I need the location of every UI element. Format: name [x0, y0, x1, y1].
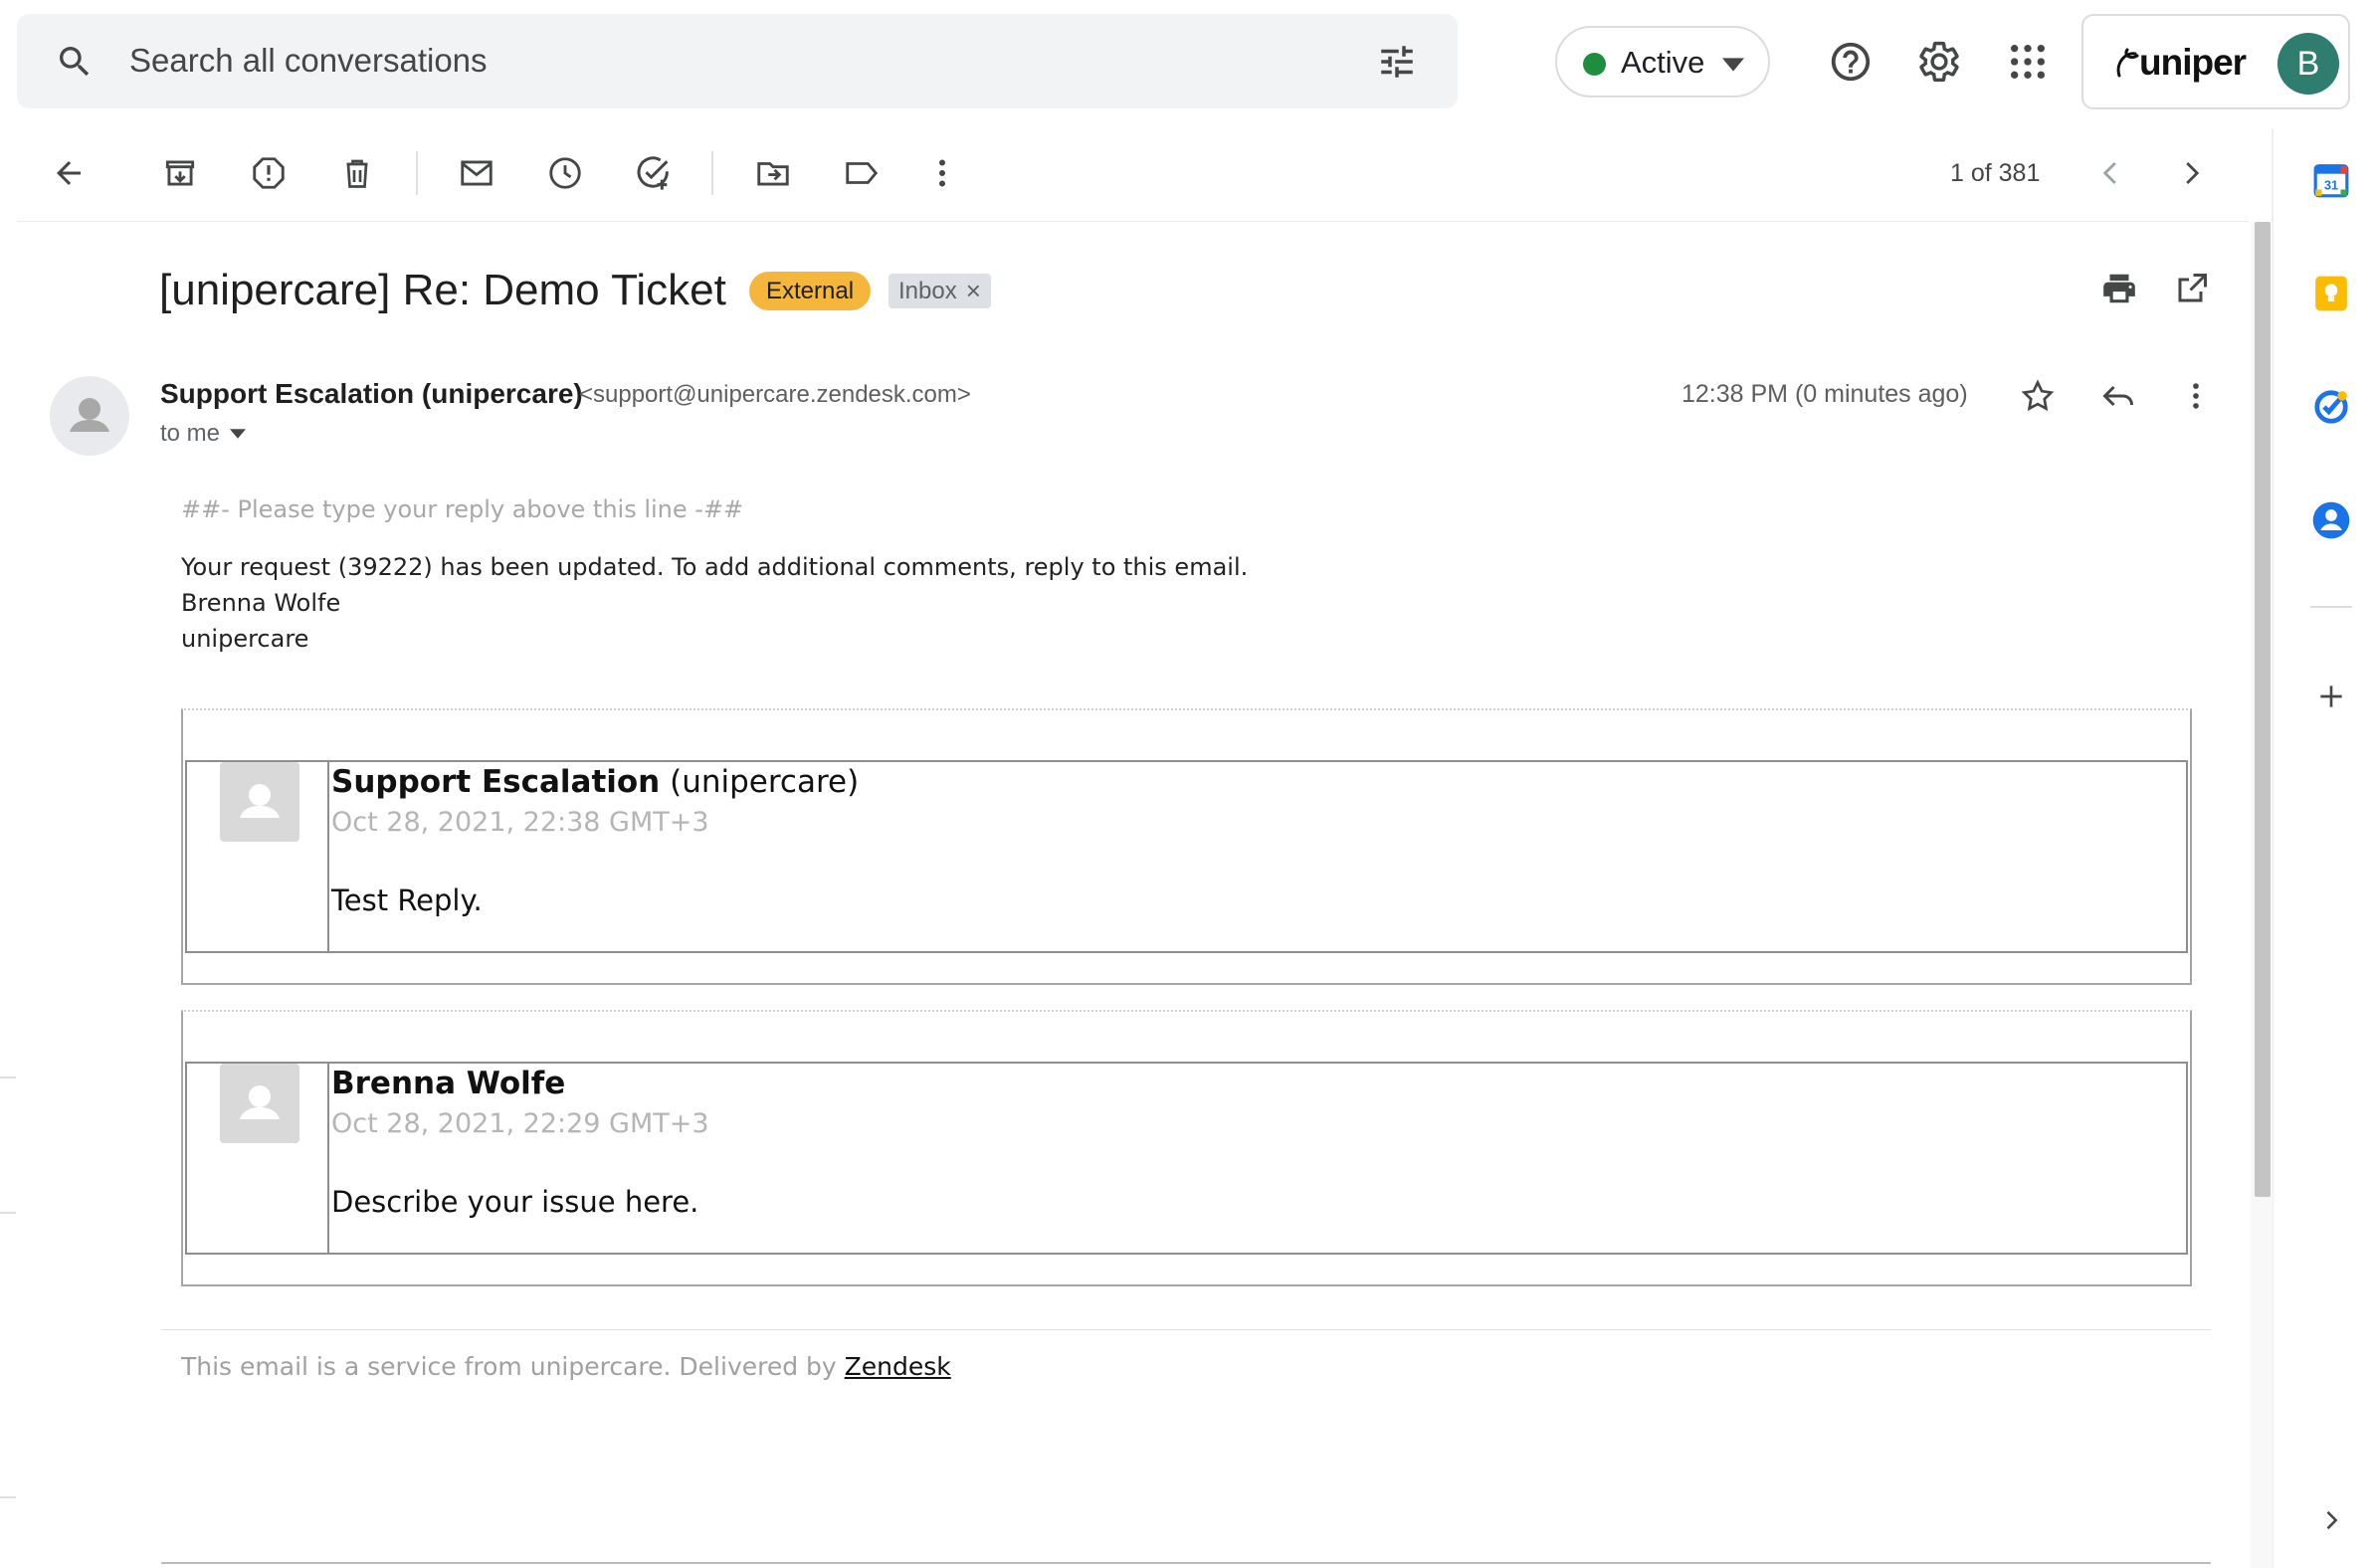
comment-divider: [327, 762, 329, 951]
left-edge-mark: [0, 1496, 16, 1498]
search-icon[interactable]: [55, 42, 95, 82]
comment-body: Support Escalation (unipercare) Oct 28, …: [185, 760, 2188, 953]
status-selector[interactable]: Active: [1555, 26, 1770, 98]
message-time: 12:38 PM (0 minutes ago): [1681, 380, 1968, 408]
comment-author-name: Brenna Wolfe: [331, 1066, 566, 1101]
remove-label-icon[interactable]: ×: [966, 274, 981, 308]
comment-date: Oct 28, 2021, 22:29 GMT+3: [331, 1108, 709, 1139]
comment-body: Brenna Wolfe Oct 28, 2021, 22:29 GMT+3 D…: [185, 1062, 2188, 1255]
add-addon-icon[interactable]: [2298, 664, 2364, 729]
report-spam-icon[interactable]: [237, 141, 300, 205]
contacts-icon[interactable]: [2298, 488, 2364, 553]
comment-author-org: (unipercare): [660, 764, 860, 800]
snooze-icon[interactable]: [533, 141, 597, 205]
account-switcher[interactable]: uniper B: [2081, 14, 2350, 109]
comment-author-name: Support Escalation: [331, 764, 661, 800]
apps-grid-icon[interactable]: [1996, 30, 2060, 94]
status-label: Active: [1621, 45, 1705, 80]
toolbar-divider-line: [17, 221, 2249, 222]
more-vert-icon[interactable]: [910, 141, 974, 205]
tasks-icon[interactable]: [2298, 374, 2364, 440]
prev-icon[interactable]: [2079, 141, 2143, 205]
comment-text: Test Reply.: [331, 883, 483, 917]
inbox-label-text: Inbox: [898, 278, 957, 304]
comment-date: Oct 28, 2021, 22:38 GMT+3: [331, 807, 709, 838]
next-icon[interactable]: [2159, 141, 2223, 205]
reply-marker: ##- Please type your reply above this li…: [181, 495, 744, 523]
brand-name: uniper: [2139, 42, 2247, 83]
side-panel-divider: [2310, 606, 2352, 608]
label-icon[interactable]: [830, 141, 893, 205]
sender-avatar[interactable]: [50, 376, 129, 456]
help-icon[interactable]: [1819, 30, 1882, 94]
move-to-icon[interactable]: [741, 141, 805, 205]
left-edge-mark: [0, 1077, 16, 1078]
reply-icon[interactable]: [2086, 364, 2150, 428]
keep-icon[interactable]: [2298, 261, 2364, 326]
comment-text: Describe your issue here.: [331, 1185, 699, 1219]
comment-divider: [327, 1064, 329, 1253]
pager-count: 1 of 381: [1950, 159, 2041, 187]
footer-note: This email is a service from unipercare.…: [181, 1349, 951, 1385]
mark-unread-icon[interactable]: [445, 141, 508, 205]
inbox-label-chip[interactable]: Inbox ×: [889, 274, 991, 308]
org-name: unipercare: [181, 625, 309, 653]
archive-icon[interactable]: [148, 141, 212, 205]
calendar-day: 31: [2324, 179, 2338, 193]
chevron-down-icon: [1722, 58, 1744, 72]
scrollbar-thumb[interactable]: [2255, 222, 2271, 1197]
left-edge-mark: [0, 1212, 16, 1214]
sender-email: <support@unipercare.zendesk.com>: [579, 381, 971, 408]
expand-panel-icon[interactable]: [2298, 1487, 2364, 1553]
search-bar[interactable]: Search all conversations: [17, 14, 1458, 108]
open-new-window-icon[interactable]: [2160, 257, 2224, 320]
comment-card: Brenna Wolfe Oct 28, 2021, 22:29 GMT+3 D…: [181, 1010, 2192, 1286]
external-badge: External: [749, 272, 872, 310]
comment-card: Support Escalation (unipercare) Oct 28, …: [181, 708, 2192, 985]
comment-avatar: [220, 762, 299, 842]
avatar[interactable]: B: [2277, 33, 2339, 95]
footer-prefix: This email is a service from unipercare.…: [181, 1352, 845, 1381]
print-icon[interactable]: [2087, 257, 2151, 320]
star-icon[interactable]: [2006, 364, 2070, 428]
search-input[interactable]: Search all conversations: [129, 38, 488, 84]
sender-name[interactable]: Support Escalation (unipercare): [160, 376, 583, 412]
message-more-icon[interactable]: [2164, 364, 2228, 428]
search-options-icon[interactable]: [1376, 41, 1418, 83]
comment-author: Brenna Wolfe: [331, 1064, 565, 1103]
agent-name: Brenna Wolfe: [181, 589, 341, 617]
update-notice: Your request (39222) has been updated. T…: [181, 553, 1249, 581]
bottom-divider: [161, 1562, 2211, 1564]
recipients-label: to me: [160, 420, 221, 447]
settings-icon[interactable]: [1907, 30, 1971, 94]
toolbar-divider: [711, 151, 713, 195]
toolbar-divider: [416, 151, 418, 195]
recipients-toggle[interactable]: to me: [160, 418, 247, 450]
delete-icon[interactable]: [325, 141, 389, 205]
comment-avatar: [220, 1064, 299, 1143]
calendar-icon[interactable]: 31: [2298, 147, 2364, 213]
status-dot: [1583, 53, 1606, 76]
chevron-down-icon: [230, 429, 247, 439]
comment-author: Support Escalation (unipercare): [331, 762, 859, 802]
zendesk-link[interactable]: Zendesk: [845, 1352, 951, 1381]
email-subject: [unipercare] Re: Demo Ticket: [159, 266, 726, 314]
back-arrow-icon[interactable]: [37, 141, 100, 205]
add-task-icon[interactable]: [622, 141, 686, 205]
footer-divider: [161, 1329, 2211, 1330]
